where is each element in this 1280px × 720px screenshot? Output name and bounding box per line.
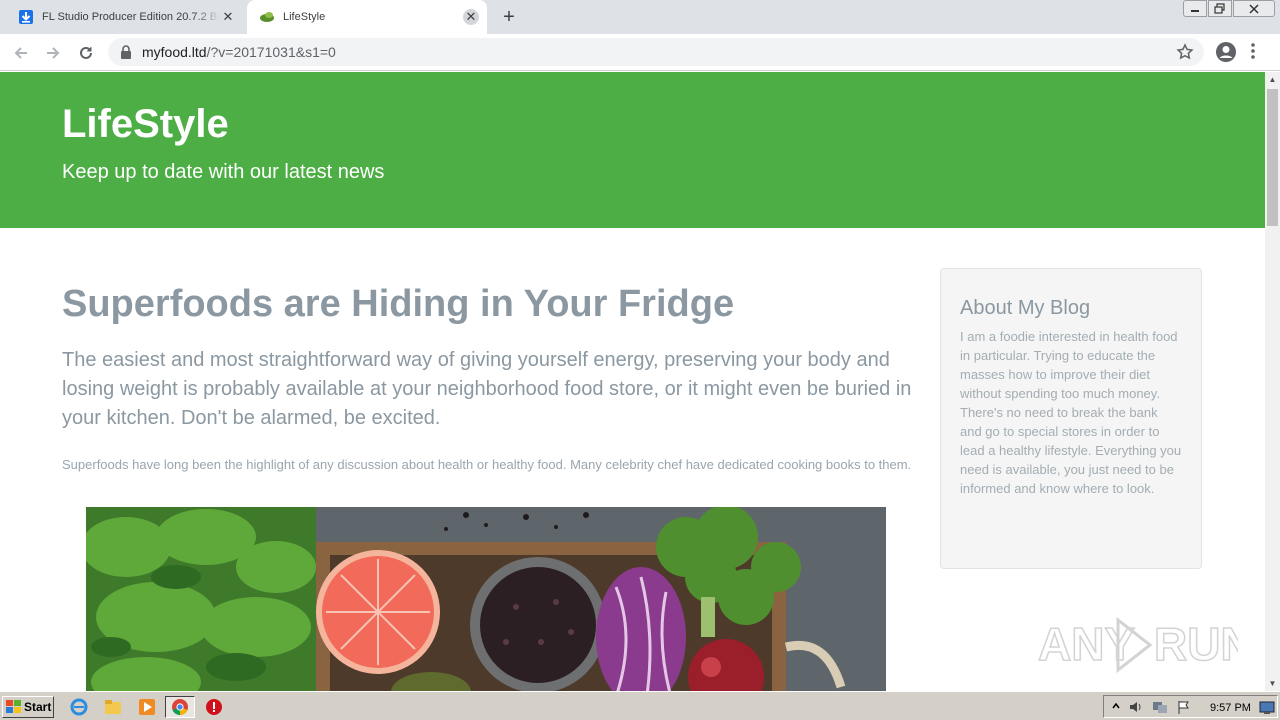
- chrome-icon: [172, 699, 188, 716]
- about-sidebar: About My Blog I am a foodie interested i…: [940, 268, 1202, 569]
- url-host: myfood.ltd: [142, 44, 207, 60]
- more-menu-icon[interactable]: [1250, 42, 1256, 60]
- stop-sign-icon[interactable]: [205, 698, 223, 716]
- bookmark-star-icon[interactable]: [1176, 43, 1194, 61]
- article: Superfoods are Hiding in Your Fridge The…: [62, 280, 912, 474]
- close-icon: [1249, 3, 1259, 14]
- lock-icon: [121, 45, 131, 59]
- new-tab-button[interactable]: +: [498, 6, 520, 28]
- close-tab-icon[interactable]: ✕: [463, 9, 479, 25]
- site-header: LifeStyle Keep up to date with our lates…: [0, 72, 1265, 228]
- restore-button[interactable]: [1208, 0, 1232, 17]
- browser-toolbar: myfood.ltd/?v=20171031&s1=0: [0, 34, 1280, 71]
- tab-lifestyle[interactable]: LifeStyle ✕: [247, 0, 487, 34]
- profile-avatar-icon[interactable]: [1215, 41, 1237, 63]
- reload-icon: [80, 46, 92, 59]
- network-icon[interactable]: [1152, 699, 1168, 715]
- system-tray: 9:57 PM: [1103, 695, 1278, 718]
- reload-button[interactable]: [74, 41, 98, 65]
- site-title[interactable]: LifeStyle: [62, 102, 229, 147]
- leaf-favicon-icon: [260, 12, 274, 22]
- forward-arrow-icon: [47, 47, 60, 59]
- scroll-thumb[interactable]: [1267, 89, 1278, 226]
- windows-logo-icon: [6, 700, 21, 713]
- restore-icon: [1214, 3, 1225, 14]
- watermark-text-right: RUN: [1154, 618, 1238, 670]
- volume-icon[interactable]: [1128, 699, 1144, 715]
- article-lead: The easiest and most straightforward way…: [62, 349, 912, 429]
- address-bar[interactable]: myfood.ltd/?v=20171031&s1=0: [108, 38, 1204, 66]
- article-body: Superfoods have long been the highlight …: [62, 457, 912, 472]
- internet-explorer-icon[interactable]: [70, 698, 88, 716]
- page-scrollbar[interactable]: ▲ ▼: [1265, 72, 1280, 691]
- show-desktop-icon[interactable]: [1259, 701, 1275, 715]
- tab-title: LifeStyle: [283, 11, 326, 23]
- clock[interactable]: 9:57 PM: [1210, 702, 1251, 714]
- scroll-up-arrow-icon[interactable]: ▲: [1265, 72, 1280, 87]
- sidebar-text: I am a foodie interested in health food …: [960, 329, 1182, 496]
- close-tab-icon[interactable]: ✕: [220, 9, 236, 25]
- tab-title: FL Studio Producer Edition 20.7.2 Bu: [42, 11, 220, 23]
- sidebar-heading: About My Blog: [960, 297, 1091, 319]
- taskbar: Start 9:57 PM: [0, 691, 1280, 720]
- start-button[interactable]: Start: [2, 696, 54, 718]
- superfoods-photo: [86, 507, 886, 691]
- close-window-button[interactable]: [1233, 0, 1275, 17]
- url-path: /?v=20171031&s1=0: [206, 44, 336, 60]
- url-text: myfood.ltd/?v=20171031&s1=0: [142, 44, 336, 60]
- back-button[interactable]: [9, 41, 33, 65]
- site-tagline: Keep up to date with our latest news: [62, 161, 385, 183]
- chrome-taskbar-button[interactable]: [165, 696, 195, 718]
- back-arrow-icon: [14, 47, 27, 59]
- media-player-icon[interactable]: [138, 698, 156, 716]
- forward-button[interactable]: [41, 41, 65, 65]
- minimize-icon: [1191, 9, 1199, 12]
- anyrun-watermark: ANY RUN: [1038, 616, 1238, 674]
- download-icon: [19, 10, 33, 24]
- action-center-flag-icon[interactable]: [1176, 699, 1192, 715]
- file-explorer-icon[interactable]: [104, 698, 122, 716]
- tab-fl-studio[interactable]: FL Studio Producer Edition 20.7.2 Bu ✕: [8, 0, 244, 34]
- page-viewport: LifeStyle Keep up to date with our lates…: [0, 72, 1265, 691]
- show-hidden-icons-icon[interactable]: [1112, 701, 1120, 711]
- superfoods-image: [86, 507, 886, 691]
- minimize-button[interactable]: [1183, 0, 1207, 17]
- tab-strip: FL Studio Producer Edition 20.7.2 Bu ✕ L…: [0, 0, 1280, 34]
- article-title: Superfoods are Hiding in Your Fridge: [62, 283, 735, 325]
- watermark-text-left: ANY: [1038, 618, 1135, 670]
- scroll-down-arrow-icon[interactable]: ▼: [1265, 676, 1280, 691]
- start-label: Start: [24, 700, 52, 714]
